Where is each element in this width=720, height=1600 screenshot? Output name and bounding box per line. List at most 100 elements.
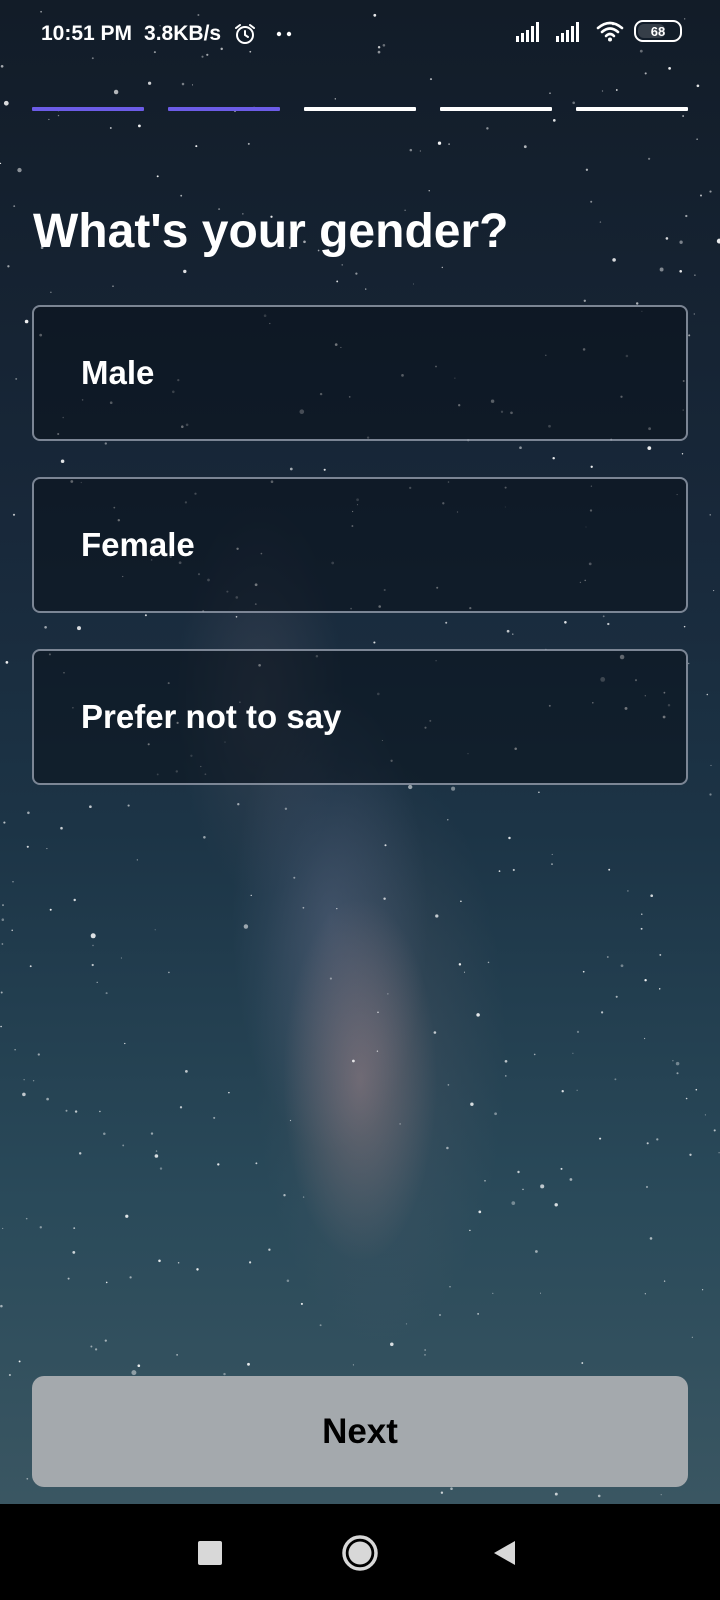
star bbox=[693, 313, 695, 315]
star bbox=[27, 811, 30, 815]
star bbox=[228, 1091, 230, 1094]
next-button[interactable]: Next bbox=[32, 1376, 688, 1487]
star bbox=[679, 240, 683, 244]
star bbox=[154, 929, 156, 931]
star bbox=[597, 1494, 601, 1498]
star bbox=[341, 264, 343, 266]
star bbox=[131, 1370, 137, 1376]
network-speed: 3.8KB/s bbox=[144, 22, 222, 45]
option-label: Prefer not to say bbox=[81, 698, 342, 735]
option-prefer-not-to-say[interactable]: Prefer not to say bbox=[32, 649, 688, 785]
star bbox=[590, 200, 593, 203]
star bbox=[647, 157, 651, 160]
star bbox=[688, 662, 690, 665]
home-icon[interactable] bbox=[335, 1528, 385, 1578]
star bbox=[67, 1277, 70, 1280]
star bbox=[7, 265, 10, 268]
star bbox=[601, 90, 604, 92]
star bbox=[470, 1102, 474, 1106]
star bbox=[511, 1201, 516, 1205]
star bbox=[615, 89, 618, 91]
star bbox=[494, 1112, 497, 1116]
star bbox=[183, 269, 187, 274]
star bbox=[564, 621, 567, 624]
star bbox=[90, 1345, 93, 1348]
star bbox=[688, 334, 691, 337]
star bbox=[181, 82, 185, 86]
star bbox=[155, 1150, 158, 1152]
star bbox=[120, 957, 122, 959]
star bbox=[504, 1059, 508, 1063]
star bbox=[383, 897, 386, 900]
star bbox=[23, 1079, 25, 1081]
star bbox=[50, 291, 52, 293]
star bbox=[658, 988, 661, 990]
dots-icon bbox=[275, 30, 295, 38]
star bbox=[5, 661, 9, 664]
star bbox=[676, 1072, 679, 1075]
star bbox=[549, 92, 551, 94]
star bbox=[644, 979, 647, 982]
star bbox=[77, 626, 81, 631]
star bbox=[0, 1304, 3, 1308]
star bbox=[682, 115, 684, 117]
back-icon[interactable] bbox=[480, 1528, 530, 1578]
star bbox=[560, 1167, 563, 1170]
star bbox=[26, 1477, 29, 1480]
star bbox=[685, 1097, 688, 1100]
star bbox=[620, 964, 624, 968]
star bbox=[582, 970, 585, 973]
question-title: What's your gender? bbox=[33, 205, 509, 258]
star bbox=[13, 205, 16, 207]
star bbox=[581, 1362, 584, 1364]
star bbox=[387, 993, 389, 995]
star bbox=[646, 1142, 649, 1145]
star bbox=[112, 285, 114, 287]
star bbox=[12, 881, 14, 883]
star bbox=[124, 1042, 126, 1045]
star bbox=[255, 1162, 258, 1165]
star bbox=[612, 258, 616, 262]
star bbox=[384, 844, 387, 847]
star bbox=[706, 693, 709, 696]
star bbox=[627, 890, 629, 892]
star bbox=[3, 821, 6, 824]
star bbox=[709, 514, 711, 516]
star bbox=[704, 1114, 706, 1116]
star bbox=[176, 1354, 178, 1356]
star bbox=[713, 590, 715, 592]
star bbox=[217, 1163, 220, 1166]
star bbox=[412, 283, 415, 285]
star bbox=[213, 1116, 216, 1119]
star bbox=[572, 101, 576, 105]
star bbox=[583, 299, 586, 302]
star bbox=[519, 446, 522, 450]
star bbox=[144, 614, 147, 617]
star bbox=[2, 904, 4, 907]
star bbox=[446, 1146, 449, 1150]
star bbox=[535, 1250, 538, 1253]
star bbox=[445, 621, 448, 624]
star bbox=[538, 791, 540, 794]
star bbox=[539, 1292, 542, 1294]
star bbox=[533, 1053, 536, 1056]
star bbox=[22, 1092, 26, 1097]
recent-apps-icon[interactable] bbox=[185, 1528, 235, 1578]
star bbox=[289, 1119, 292, 1122]
star bbox=[334, 98, 336, 100]
star bbox=[96, 981, 98, 984]
star bbox=[487, 961, 490, 964]
star bbox=[103, 1132, 106, 1136]
star bbox=[647, 446, 652, 450]
option-female[interactable]: Female bbox=[32, 477, 688, 613]
option-male[interactable]: Male bbox=[32, 305, 688, 441]
star bbox=[572, 1052, 574, 1054]
star bbox=[469, 1229, 471, 1232]
star bbox=[447, 1084, 450, 1086]
star bbox=[195, 145, 198, 148]
star bbox=[323, 468, 326, 471]
star bbox=[607, 622, 610, 626]
star bbox=[319, 1324, 322, 1327]
star bbox=[710, 764, 712, 766]
star bbox=[336, 280, 339, 283]
